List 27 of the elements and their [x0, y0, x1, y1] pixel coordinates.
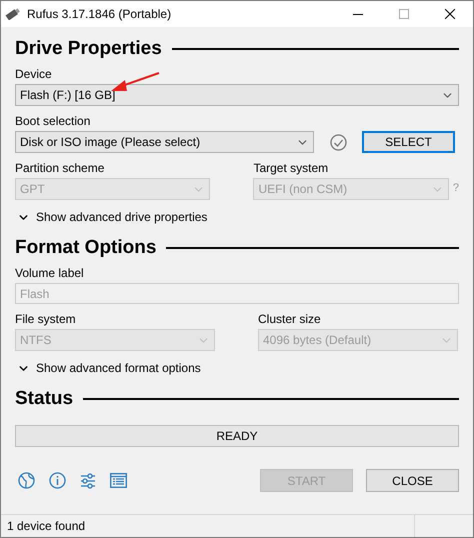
close-icon	[445, 9, 455, 19]
log-icon[interactable]	[110, 473, 127, 488]
field-label: Cluster size	[258, 312, 322, 326]
info-icon[interactable]	[49, 472, 66, 489]
advanced-toggle[interactable]: Show advanced drive properties	[17, 208, 459, 226]
sliders-icon[interactable]	[80, 472, 96, 488]
checkmark-circle-icon[interactable]	[330, 134, 347, 150]
field-label: Boot selection	[15, 114, 92, 128]
usb-drive-icon	[5, 8, 21, 20]
field-label: File system	[15, 312, 77, 326]
field-label: Partition scheme	[15, 161, 106, 175]
field-label: Device	[15, 67, 53, 81]
field-label: Target system	[253, 161, 330, 175]
dropdown[interactable]: Disk or ISO image (Please select)	[15, 131, 314, 153]
maximize-icon	[399, 9, 409, 19]
action-button[interactable]: CLOSE	[366, 469, 459, 492]
window-title: Rufus 3.17.1846 (Portable)	[27, 6, 172, 23]
help-mark[interactable]: ?	[452, 180, 459, 196]
status-bar-text: 1 device found	[7, 518, 86, 535]
globe-icon[interactable]	[18, 472, 35, 489]
field-label: Volume label	[15, 266, 85, 280]
dropdown[interactable]: Flash (F:) [16 GB]	[15, 84, 459, 106]
section-heading: Format Options	[15, 236, 156, 260]
advanced-toggle[interactable]: Show advanced format options	[17, 359, 459, 377]
section-heading: Drive Properties	[15, 37, 162, 61]
select-button[interactable]: SELECT	[362, 131, 455, 153]
section-heading: Status	[15, 387, 74, 411]
